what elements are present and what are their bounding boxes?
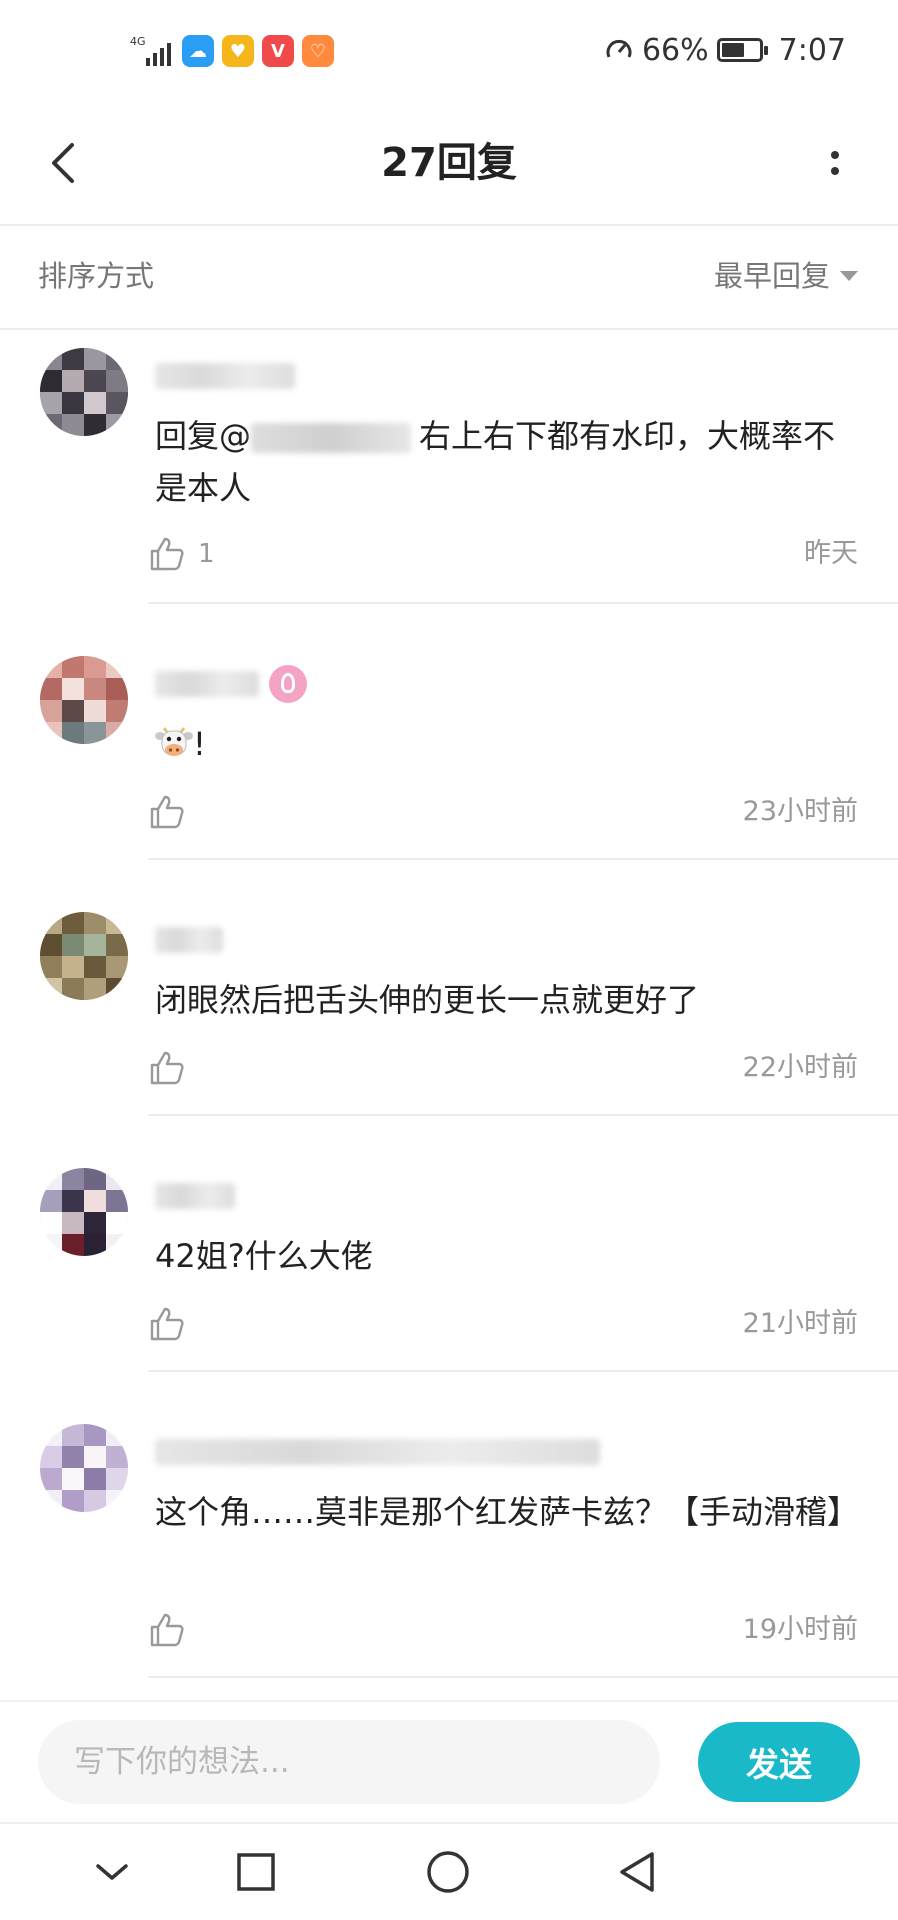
cow-face-emoji <box>155 727 193 756</box>
comment-time: 19小时前 <box>742 1614 858 1645</box>
thumb-up-icon <box>150 537 184 571</box>
page-title: 27回复 <box>381 140 517 186</box>
caret-down-icon <box>840 271 858 281</box>
clock: 7:07 <box>778 32 846 68</box>
avatar[interactable] <box>40 912 128 1000</box>
blurred-username <box>155 363 295 389</box>
sort-bar: 排序方式 最早回复 <box>0 226 898 330</box>
header: 27回复 <box>0 100 898 226</box>
mention-prefix: 回复@ <box>155 417 252 455</box>
sort-label: 排序方式 <box>38 259 155 293</box>
author-name[interactable] <box>155 1178 235 1214</box>
system-nav-bar <box>0 1822 898 1920</box>
circle-icon <box>427 1851 469 1893</box>
home-button[interactable] <box>418 1842 478 1902</box>
reply-input[interactable] <box>38 1720 660 1804</box>
blurred-username <box>155 1183 235 1209</box>
recents-button[interactable] <box>226 1842 286 1902</box>
system-back-button[interactable] <box>608 1842 668 1902</box>
collapse-button[interactable] <box>82 1842 142 1902</box>
comment-content: 42姐?什么大佬 <box>155 1230 858 1282</box>
thumb-up-icon <box>150 795 184 829</box>
avatar[interactable] <box>40 348 128 436</box>
comment-content: 这个角……莫非是那个红发萨卡兹？【手动滑稽】 <box>155 1486 860 1538</box>
more-options-button[interactable] <box>800 128 870 198</box>
thumb-up-icon <box>150 1051 184 1085</box>
speed-icon <box>606 39 632 58</box>
chevron-down-icon <box>96 1864 128 1880</box>
comment-time: 昨天 <box>804 538 858 569</box>
square-icon <box>237 1853 275 1891</box>
author-name[interactable] <box>155 1434 600 1470</box>
comment-time: 21小时前 <box>742 1308 858 1339</box>
comment-text: 42姐?什么大佬 <box>155 1237 373 1275</box>
network-type: 4G <box>130 35 146 48</box>
like-button[interactable] <box>148 1044 198 1092</box>
blurred-username <box>155 1439 600 1465</box>
divider <box>148 1114 898 1116</box>
weather-app-icon: ☁ <box>182 35 214 67</box>
divider <box>148 1676 898 1678</box>
comment-actions: 19小时前 <box>148 1606 858 1654</box>
dot-icon <box>831 151 839 159</box>
battery-percent: 66% <box>641 32 709 68</box>
sort-dropdown[interactable]: 最早回复 <box>714 256 858 296</box>
divider <box>148 1370 898 1372</box>
comment-actions: 21小时前 <box>148 1300 858 1348</box>
reply-bar: 发送 <box>0 1700 898 1824</box>
divider <box>148 858 898 860</box>
comment-content: ! <box>155 718 858 770</box>
comment-time: 22小时前 <box>742 1052 858 1083</box>
comment-actions: 23小时前 <box>148 788 858 836</box>
like-button[interactable]: 1 <box>148 530 215 578</box>
author-name[interactable] <box>155 665 307 703</box>
divider <box>148 602 898 604</box>
v-app-icon: V <box>262 35 294 67</box>
comment-item: 回复@ 右上右下都有水印，大概率不是本人 1 昨天 <box>0 348 898 604</box>
like-button[interactable] <box>148 788 198 836</box>
battery-icon <box>716 38 768 62</box>
sort-selected: 最早回复 <box>713 259 830 293</box>
blurred-username <box>155 927 223 953</box>
blurred-mention <box>251 423 412 453</box>
avatar[interactable] <box>40 656 128 744</box>
thumb-up-icon <box>150 1613 184 1647</box>
status-left: 4G ☁ ♥ V ♡ <box>130 33 334 69</box>
like-count: 1 <box>198 539 215 569</box>
comment-actions: 22小时前 <box>148 1044 858 1092</box>
comment-content: 闭眼然后把舌头伸的更长一点就更好了 <box>155 974 858 1026</box>
status-right: 66% 7:07 <box>604 30 846 70</box>
comment-text: 这个角……莫非是那个红发萨卡兹？【手动滑稽】 <box>155 1493 860 1531</box>
blurred-username <box>155 671 259 697</box>
comment-text: 闭眼然后把舌头伸的更长一点就更好了 <box>155 981 700 1019</box>
heart-app-icon: ♥ <box>222 35 254 67</box>
comment-item: ! 23小时前 <box>0 656 898 862</box>
author-name[interactable] <box>155 358 295 394</box>
status-bar: 4G ☁ ♥ V ♡ 66% 7:07 <box>0 0 898 100</box>
avatar[interactable] <box>40 1424 128 1512</box>
comment-actions: 1 昨天 <box>148 530 858 578</box>
screen: 4G ☁ ♥ V ♡ 66% 7:07 27回复 排序方式 最早回复 回复@ 右… <box>0 0 898 1920</box>
user-badge-icon <box>269 665 307 703</box>
dot-icon <box>831 167 839 175</box>
comment-content: 回复@ 右上右下都有水印，大概率不是本人 <box>155 410 858 514</box>
signal-icon: 4G <box>130 34 174 68</box>
like-button[interactable] <box>148 1300 198 1348</box>
comment-item: 闭眼然后把舌头伸的更长一点就更好了 22小时前 <box>0 912 898 1118</box>
thumb-up-icon <box>150 1307 184 1341</box>
avatar[interactable] <box>40 1168 128 1256</box>
like-button[interactable] <box>148 1606 198 1654</box>
triangle-back-icon <box>620 1852 654 1892</box>
gift-app-icon: ♡ <box>302 35 334 67</box>
send-button[interactable]: 发送 <box>698 1722 860 1802</box>
comment-item: 42姐?什么大佬 21小时前 <box>0 1168 898 1374</box>
comment-text: ! <box>193 725 206 763</box>
author-name[interactable] <box>155 922 223 958</box>
comment-item: 这个角……莫非是那个红发萨卡兹？【手动滑稽】 19小时前 <box>0 1424 898 1680</box>
comment-time: 23小时前 <box>742 796 858 827</box>
